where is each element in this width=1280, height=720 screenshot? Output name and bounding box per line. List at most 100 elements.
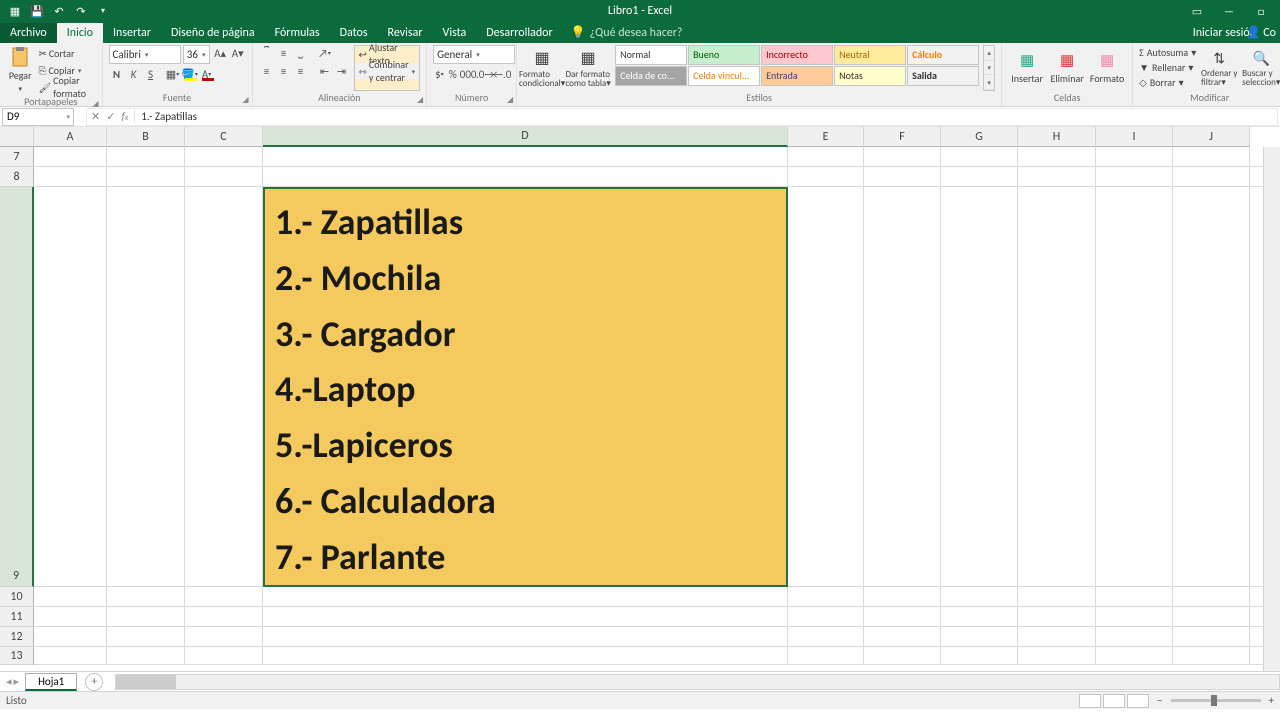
cell-d9[interactable]: 1.- Zapatillas 2.- Mochila 3.- Cargador …	[263, 187, 788, 587]
qat-more-icon[interactable]: ▾	[96, 4, 110, 18]
cell[interactable]	[788, 167, 864, 187]
sheet-tab[interactable]: Hoja1	[25, 673, 77, 691]
style-entrada[interactable]: Entrada	[761, 66, 833, 86]
cell[interactable]	[1018, 147, 1096, 167]
ribbon-options-icon[interactable]: ▭	[1182, 1, 1212, 21]
currency-button[interactable]: $▾	[433, 66, 446, 82]
decrease-indent-button[interactable]: ⇤	[317, 63, 333, 79]
style-calculo[interactable]: Cálculo	[907, 45, 979, 65]
cell[interactable]	[1018, 607, 1096, 627]
column-header[interactable]: J	[1173, 127, 1250, 147]
style-celda-comprobacion[interactable]: Celda de co...	[615, 66, 687, 86]
column-header[interactable]: I	[1096, 127, 1173, 147]
cell[interactable]	[1096, 587, 1173, 607]
tab-diseno[interactable]: Diseño de página	[161, 23, 265, 43]
tab-revisar[interactable]: Revisar	[378, 23, 433, 43]
add-sheet-button[interactable]: +	[85, 673, 103, 691]
page-break-view-button[interactable]	[1127, 694, 1149, 708]
cell[interactable]	[107, 167, 185, 187]
cell[interactable]	[864, 587, 941, 607]
cell[interactable]	[107, 587, 185, 607]
cell[interactable]	[1096, 187, 1173, 587]
row-header[interactable]: 9	[0, 187, 34, 587]
percent-button[interactable]: %	[447, 66, 460, 82]
cell[interactable]	[263, 627, 788, 647]
tab-desarrollador[interactable]: Desarrollador	[476, 23, 562, 43]
cell[interactable]	[107, 627, 185, 647]
cancel-formula-icon[interactable]: ✕	[91, 110, 100, 123]
tab-datos[interactable]: Datos	[330, 23, 378, 43]
merge-center-button[interactable]: ⇿Combinar y centrar▾	[355, 63, 420, 79]
increase-font-button[interactable]: A▴	[212, 45, 228, 61]
number-format-select[interactable]: General▾	[433, 45, 515, 64]
cell[interactable]	[185, 647, 263, 665]
cell[interactable]	[107, 187, 185, 587]
style-notas[interactable]: Notas	[834, 66, 906, 86]
zoom-out-button[interactable]: −	[1157, 694, 1162, 707]
cell[interactable]	[34, 647, 107, 665]
page-layout-view-button[interactable]	[1103, 694, 1125, 708]
dialog-launcher-icon[interactable]: ◢	[417, 95, 423, 105]
cell[interactable]	[34, 187, 107, 587]
spreadsheet-grid[interactable]: ABCDEFGHIJ 78910111213 1.- Zapatillas 2.…	[0, 127, 1280, 671]
cell[interactable]	[34, 167, 107, 187]
select-all-button[interactable]	[0, 127, 34, 147]
style-bueno[interactable]: Bueno	[688, 45, 760, 65]
maximize-button[interactable]: □	[1246, 1, 1276, 21]
align-top-button[interactable]: ⎴	[259, 45, 275, 61]
zoom-in-button[interactable]: +	[1269, 694, 1274, 707]
cell[interactable]	[1173, 147, 1250, 167]
dialog-launcher-icon[interactable]: ◢	[242, 95, 248, 105]
row-header[interactable]: 10	[0, 587, 34, 607]
cell[interactable]	[864, 147, 941, 167]
increase-indent-button[interactable]: ⇥	[334, 63, 350, 79]
row-header[interactable]: 7	[0, 147, 34, 167]
conditional-format-button[interactable]: ▦ Formatocondicional▾	[523, 45, 561, 91]
cell[interactable]	[185, 607, 263, 627]
cell[interactable]	[864, 167, 941, 187]
cell[interactable]	[788, 187, 864, 587]
cell[interactable]	[107, 147, 185, 167]
gallery-scroll[interactable]: ▴▾▾	[983, 45, 995, 91]
cell[interactable]	[864, 607, 941, 627]
tab-archivo[interactable]: Archivo	[0, 23, 57, 43]
tab-vista[interactable]: Vista	[433, 23, 477, 43]
orientation-button[interactable]: ↗▾	[317, 45, 333, 61]
format-as-table-button[interactable]: ▦ Dar formatocomo tabla▾	[565, 45, 611, 91]
column-header[interactable]: H	[1018, 127, 1096, 147]
cell[interactable]	[34, 607, 107, 627]
cell[interactable]	[263, 647, 788, 665]
fill-color-button[interactable]: 🪣▾	[182, 66, 198, 82]
save-icon[interactable]: 💾	[30, 4, 44, 18]
cell[interactable]	[1173, 587, 1250, 607]
cell[interactable]	[1096, 647, 1173, 665]
borders-button[interactable]: ▦▾	[165, 66, 181, 82]
font-size-select[interactable]: 36▾	[183, 45, 210, 64]
undo-icon[interactable]: ↶	[52, 4, 66, 18]
align-left-button[interactable]: ≡	[259, 63, 275, 79]
cell[interactable]	[941, 627, 1018, 647]
redo-icon[interactable]: ↷	[74, 4, 88, 18]
increase-decimal-button[interactable]: .0→	[477, 66, 493, 82]
cell[interactable]	[1018, 587, 1096, 607]
cell[interactable]	[34, 627, 107, 647]
cell-styles-gallery[interactable]: Normal Bueno Incorrecto Neutral Cálculo …	[615, 45, 979, 91]
format-painter-button[interactable]: 🖌Copiar formato	[38, 79, 95, 95]
font-family-select[interactable]: Calibri▾	[109, 45, 181, 64]
cell[interactable]	[788, 147, 864, 167]
dialog-launcher-icon[interactable]: ◢	[507, 95, 513, 105]
cell[interactable]	[864, 627, 941, 647]
cell[interactable]	[788, 587, 864, 607]
cell[interactable]	[1173, 627, 1250, 647]
cell[interactable]	[864, 187, 941, 587]
column-header[interactable]: B	[107, 127, 185, 147]
minimize-button[interactable]: —	[1214, 1, 1244, 21]
find-select-button[interactable]: 🔍Buscar yseleccion▾	[1242, 45, 1280, 91]
cell[interactable]	[1096, 627, 1173, 647]
cell[interactable]	[263, 587, 788, 607]
cell[interactable]	[1173, 647, 1250, 665]
cell[interactable]	[185, 587, 263, 607]
fx-icon[interactable]: fx	[121, 110, 128, 123]
tell-me-search[interactable]: 💡 ¿Qué desea hacer?	[563, 22, 691, 43]
clear-button[interactable]: ◇Borrar▾	[1139, 75, 1196, 90]
